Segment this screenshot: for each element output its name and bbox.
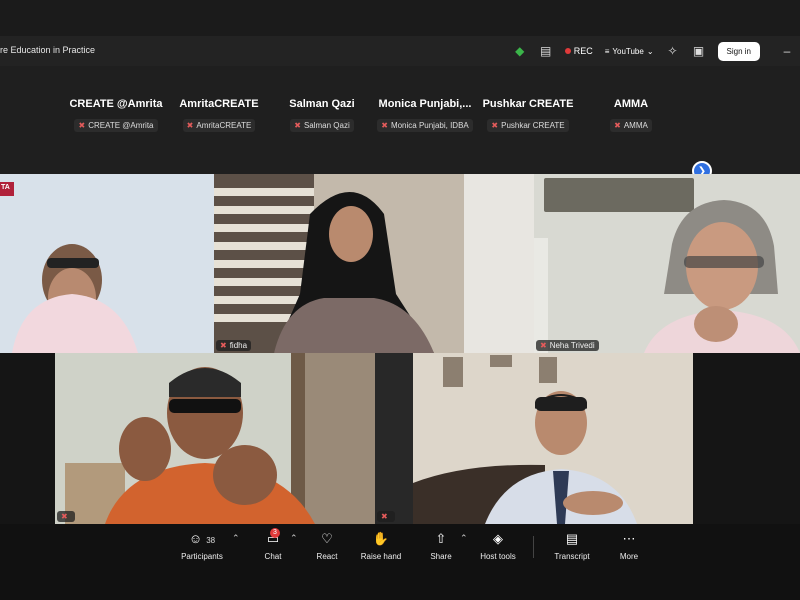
video-tile[interactable]: TA (0, 174, 214, 353)
mic-muted-icon: ✖ (614, 121, 621, 130)
mic-muted-icon: ✖ (78, 121, 86, 130)
broadcast-icon: ≡ (604, 46, 610, 56)
mic-muted-icon: ✖ (220, 341, 227, 350)
video-tile[interactable]: ✖ fidha (214, 174, 534, 353)
transcript-icon: ▤ (565, 531, 579, 546)
participant-card[interactable]: CREATE @Amrita ✖ CREATE @Amrita (64, 98, 168, 170)
mic-muted-icon: ✖ (61, 512, 68, 521)
chevron-down-icon: ⌄ (646, 46, 654, 56)
mic-muted-icon: ✖ (381, 121, 388, 130)
shield-icon[interactable]: ◆ (507, 36, 533, 66)
ellipsis-icon: ⋯ (622, 531, 636, 546)
host-tools-button[interactable]: ◈ Host tools (476, 530, 520, 561)
video-tile[interactable]: ✖ (375, 353, 693, 524)
logo-text: TA (1, 184, 10, 191)
transcript-button[interactable]: ▤ Transcript (551, 530, 593, 561)
chat-chevron-up-icon[interactable]: ⌃ (290, 533, 298, 544)
record-dot-icon (564, 48, 571, 54)
share-chevron-up-icon[interactable]: ⌃ (460, 533, 468, 544)
notes-icon[interactable]: ▤ (533, 36, 559, 66)
video-tile[interactable]: ✖ (55, 353, 375, 524)
participant-video (55, 353, 375, 524)
top-bar (0, 0, 800, 36)
participant-video (0, 174, 214, 353)
mic-muted-icon: ✖ (294, 121, 301, 130)
participant-strip: CREATE @Amrita ✖ CREATE @Amrita AmritaCRE… (0, 66, 800, 207)
share-screen-icon: ⇧ (435, 531, 447, 546)
people-icon: ☺ (188, 531, 203, 546)
participants-button[interactable]: ☺ 38 Participants (178, 530, 226, 561)
control-bar: ☺ 38 Participants ⌃ ▭ 3 Chat ⌃ ♡ React ✋ R… (0, 524, 800, 600)
participant-video (214, 174, 534, 353)
gift-icon[interactable]: ▣ (686, 36, 712, 66)
participant-video (375, 353, 693, 524)
react-button[interactable]: ♡ React (312, 530, 342, 561)
unread-badge: 3 (270, 528, 280, 538)
share-button[interactable]: ⇧ Share (426, 530, 456, 561)
meeting-title-bar: re Education in Practice ◆ ▤ REC ≡ YouTub… (0, 36, 800, 66)
raise-hand-button[interactable]: ✋ Raise hand (358, 530, 404, 561)
participant-card[interactable]: Salman Qazi ✖ Salman Qazi (270, 98, 374, 170)
chat-button[interactable]: ▭ 3 Chat (258, 528, 288, 561)
tools-icon[interactable]: ✧ (660, 36, 686, 66)
mic-muted-icon: ✖ (381, 512, 388, 521)
video-grid: TA ✖ fidha ✖ Neha Trivedi ✖ ✖ (0, 174, 800, 524)
host-shield-icon: ◈ (493, 531, 503, 546)
mic-muted-icon: ✖ (186, 121, 194, 130)
participant-card[interactable]: Pushkar CREATE ✖ Pushkar CREATE (476, 98, 580, 170)
participant-card[interactable]: AMMA ✖ AMMA (579, 98, 683, 170)
participant-name-label: ✖ (57, 511, 75, 522)
hand-icon: ✋ (372, 531, 390, 546)
participant-video (534, 174, 800, 353)
participant-name-label: ✖ (377, 511, 395, 522)
participant-name-label: ✖ Neha Trivedi (536, 340, 599, 351)
divider (533, 536, 534, 558)
sign-in-button[interactable]: Sign in (717, 41, 760, 61)
youtube-stream-button[interactable]: ≡ YouTube ⌄ (599, 47, 660, 56)
minimize-icon[interactable]: – (774, 36, 800, 66)
meeting-title: re Education in Practice (0, 45, 96, 55)
video-tile[interactable]: ✖ Neha Trivedi (534, 174, 800, 353)
mic-muted-icon: ✖ (491, 121, 499, 130)
more-button[interactable]: ⋯ More (616, 530, 642, 561)
participant-card[interactable]: Monica Punjabi,... ✖ Monica Punjabi, IDBA (373, 98, 477, 170)
participant-card[interactable]: AmritaCREATE ✖ AmritaCREATE (167, 98, 271, 170)
heart-icon: ♡ (321, 531, 333, 546)
recording-indicator[interactable]: REC (559, 46, 599, 56)
participant-name-label: ✖ fidha (216, 340, 252, 351)
mic-muted-icon: ✖ (540, 341, 547, 350)
participants-chevron-up-icon[interactable]: ⌃ (232, 533, 240, 544)
